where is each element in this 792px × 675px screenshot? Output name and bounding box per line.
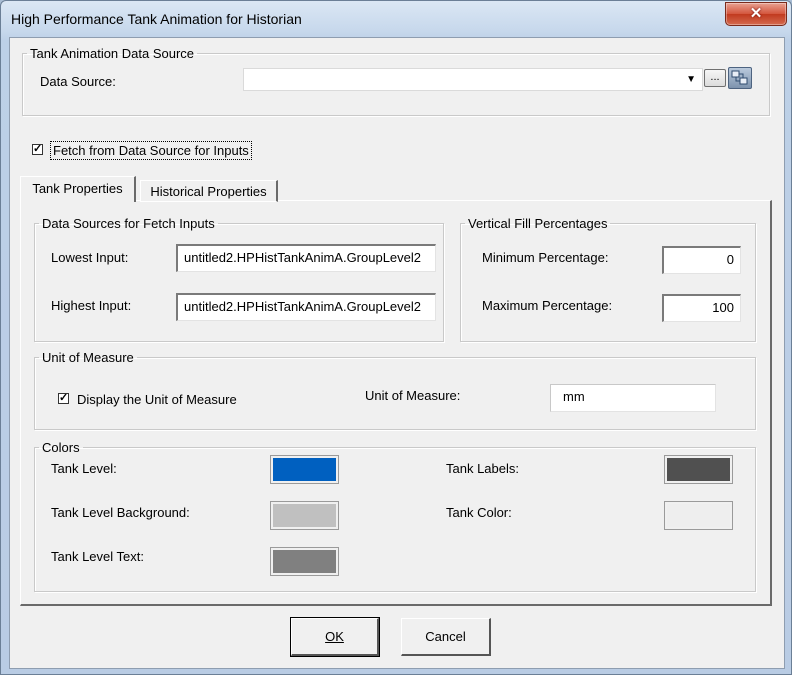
tank-level-label: Tank Level: [51, 461, 117, 476]
maximum-percentage-label: Maximum Percentage: [482, 298, 613, 313]
tank-level-text-color-button[interactable] [270, 547, 339, 576]
lowest-input-label: Lowest Input: [51, 250, 129, 265]
data-source-label: Data Source: [40, 74, 116, 89]
unit-of-measure-field[interactable]: mm [550, 384, 716, 412]
tank-labels-color-button[interactable] [664, 455, 733, 484]
close-button[interactable]: ✕ [725, 2, 787, 26]
tank-level-text-color-swatch [273, 550, 336, 573]
tank-level-color-swatch [273, 458, 336, 481]
cancel-button[interactable]: Cancel [401, 618, 491, 656]
chevron-down-icon[interactable]: ▼ [686, 74, 696, 85]
title-bar[interactable]: High Performance Tank Animation for Hist… [1, 1, 791, 37]
tag-browser-button[interactable] [728, 67, 752, 89]
data-source-group-legend: Tank Animation Data Source [30, 46, 195, 61]
unit-of-measure-group-legend: Unit of Measure [42, 350, 134, 365]
fetch-checkbox[interactable]: ✓ [32, 144, 43, 155]
tank-color-color-button[interactable] [664, 501, 733, 530]
data-source-combo[interactable]: ▼ [243, 68, 703, 91]
tank-level-background-color-swatch [273, 504, 336, 527]
unit-of-measure-label: Unit of Measure: [365, 388, 461, 403]
display-uom-checkbox[interactable]: ✓ [58, 393, 69, 404]
dialog-client-area: Tank Animation Data Source Data Source: … [9, 37, 785, 669]
checkmark-icon: ✓ [59, 392, 69, 404]
cancel-button-label: Cancel [425, 629, 466, 644]
maximum-percentage-field[interactable]: 100 [662, 294, 741, 322]
ok-button[interactable]: OK [290, 617, 380, 657]
fetch-inputs-group: Data Sources for Fetch Inputs [34, 216, 444, 342]
tank-labels-label: Tank Labels: [446, 461, 519, 476]
tab-historical-properties[interactable]: Historical Properties [140, 180, 278, 202]
dialog-window: High Performance Tank Animation for Hist… [0, 0, 792, 675]
fetch-checkbox-label[interactable]: Fetch from Data Source for Inputs [50, 141, 252, 160]
tank-level-color-button[interactable] [270, 455, 339, 484]
lowest-input-field[interactable]: untitled2.HPHistTankAnimA.GroupLevel2 [176, 244, 436, 272]
colors-group-legend: Colors [42, 440, 80, 455]
close-icon: ✕ [749, 5, 763, 22]
tank-color-label: Tank Color: [446, 505, 512, 520]
window-title: High Performance Tank Animation for Hist… [11, 11, 302, 27]
display-uom-label[interactable]: Display the Unit of Measure [77, 392, 237, 407]
tank-level-background-label: Tank Level Background: [51, 505, 190, 520]
highest-input-field[interactable]: untitled2.HPHistTankAnimA.GroupLevel2 [176, 293, 436, 321]
fetch-inputs-group-legend: Data Sources for Fetch Inputs [42, 216, 215, 231]
data-source-browse-button[interactable]: ... [704, 69, 726, 87]
tab-tank-properties[interactable]: Tank Properties [20, 176, 136, 202]
tank-labels-color-swatch [667, 458, 730, 481]
tank-level-text-label: Tank Level Text: [51, 549, 144, 564]
fill-percentages-group: Vertical Fill Percentages [460, 216, 756, 342]
minimum-percentage-label: Minimum Percentage: [482, 250, 609, 265]
checkmark-icon: ✓ [33, 143, 43, 155]
ok-button-label: OK [325, 629, 344, 644]
highest-input-label: Highest Input: [51, 298, 132, 313]
tank-level-background-color-button[interactable] [270, 501, 339, 530]
tag-browser-icon [731, 70, 748, 85]
fill-percentages-group-legend: Vertical Fill Percentages [468, 216, 608, 231]
tank-color-color-swatch [667, 504, 730, 527]
minimum-percentage-field[interactable]: 0 [662, 246, 741, 274]
